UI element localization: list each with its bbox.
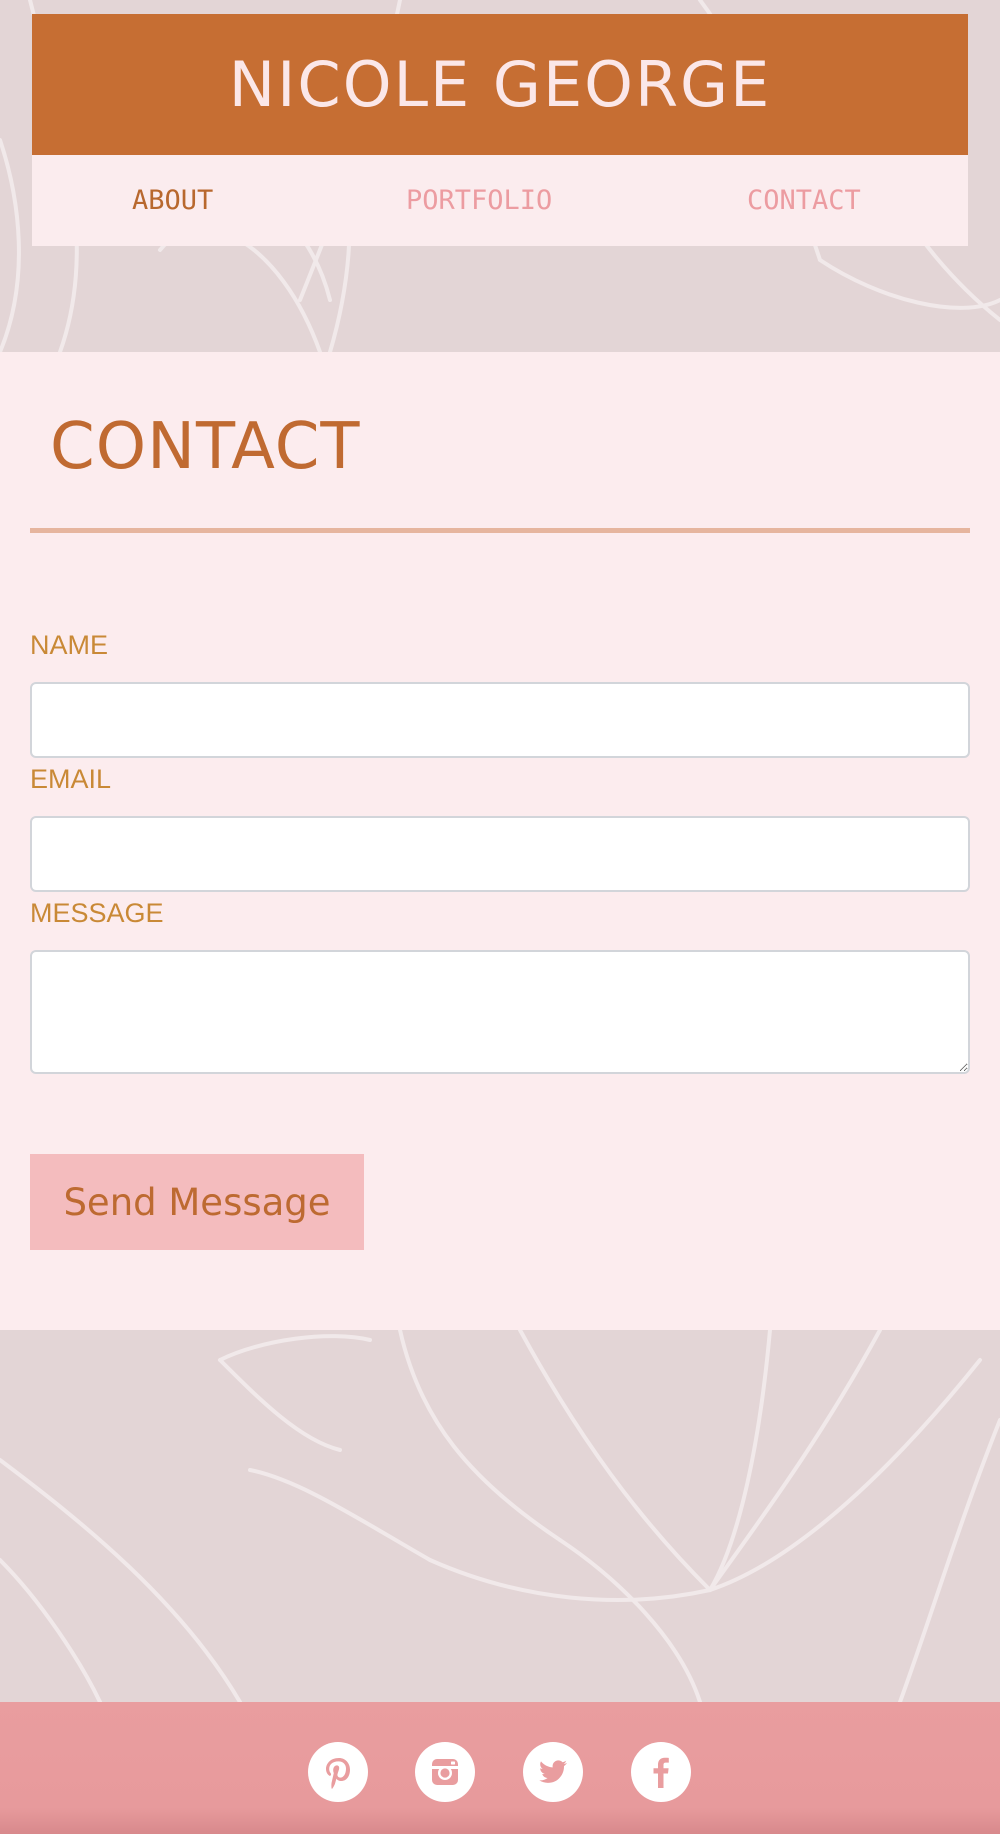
send-message-button[interactable]: Send Message bbox=[30, 1154, 364, 1250]
nav-contact[interactable]: CONTACT bbox=[747, 155, 861, 246]
contact-panel: CONTACT NAME EMAIL MESSAGE Send Message bbox=[0, 352, 1000, 1330]
name-field[interactable] bbox=[30, 682, 970, 758]
site-footer bbox=[0, 1702, 1000, 1834]
instagram-link[interactable] bbox=[415, 1742, 475, 1802]
twitter-icon bbox=[539, 1760, 567, 1783]
message-label: MESSAGE bbox=[30, 898, 164, 928]
main-nav: ABOUT PORTFOLIO CONTACT bbox=[32, 155, 968, 246]
email-label: EMAIL bbox=[30, 764, 112, 794]
pinterest-link[interactable] bbox=[308, 1742, 368, 1802]
message-field[interactable] bbox=[30, 950, 970, 1074]
twitter-link[interactable] bbox=[523, 1742, 583, 1802]
site-header: NICOLE GEORGE ABOUT PORTFOLIO CONTACT bbox=[32, 14, 968, 246]
nav-about[interactable]: ABOUT bbox=[132, 155, 213, 246]
page-title: CONTACT bbox=[50, 410, 361, 484]
title-bar: NICOLE GEORGE bbox=[32, 14, 968, 155]
title-divider bbox=[30, 528, 970, 533]
nav-portfolio[interactable]: PORTFOLIO bbox=[406, 155, 552, 246]
name-label: NAME bbox=[30, 630, 109, 660]
site-title: NICOLE GEORGE bbox=[228, 48, 772, 121]
instagram-icon bbox=[432, 1759, 458, 1785]
pinterest-icon bbox=[326, 1758, 350, 1789]
email-field[interactable] bbox=[30, 816, 970, 892]
facebook-icon bbox=[653, 1757, 669, 1788]
facebook-link[interactable] bbox=[631, 1742, 691, 1802]
